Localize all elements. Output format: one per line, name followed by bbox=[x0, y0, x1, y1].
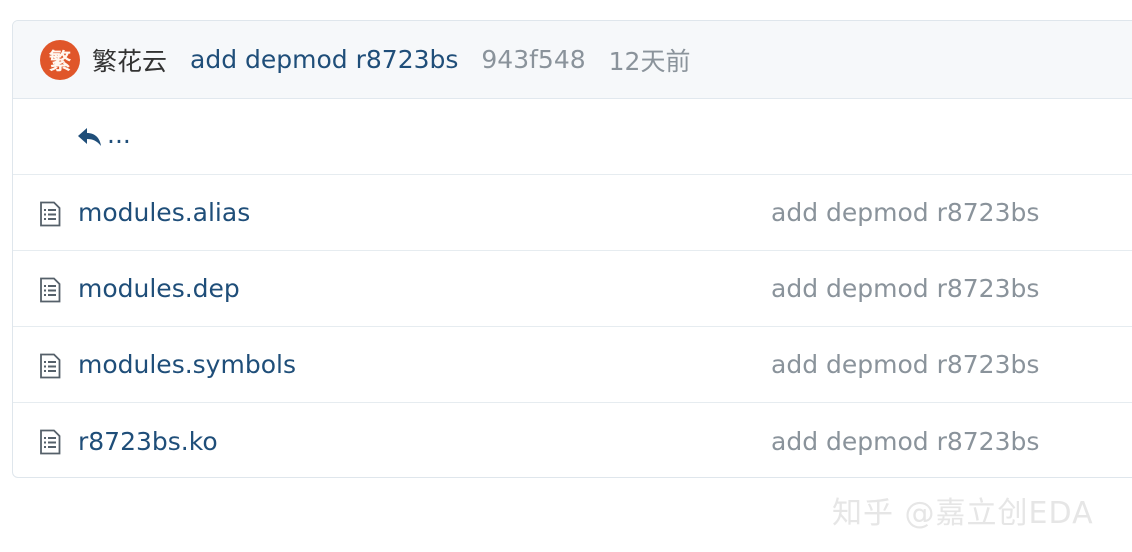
file-name-link[interactable]: modules.symbols bbox=[78, 350, 296, 379]
file-last-commit-link[interactable]: add depmod r8723bs bbox=[771, 350, 1039, 379]
parent-directory-link[interactable]: ... bbox=[107, 122, 131, 147]
file-row[interactable]: modules.dep add depmod r8723bs bbox=[13, 251, 1132, 327]
reply-arrow-icon bbox=[78, 127, 101, 146]
avatar[interactable]: 繁 bbox=[40, 39, 80, 80]
watermark: 知乎 @嘉立创EDA bbox=[832, 496, 1094, 531]
file-text-icon bbox=[40, 353, 61, 379]
file-last-commit-link[interactable]: add depmod r8723bs bbox=[771, 274, 1039, 303]
commit-sha[interactable]: 943f548 bbox=[481, 45, 585, 74]
file-row[interactable]: modules.alias add depmod r8723bs bbox=[13, 175, 1132, 251]
file-name-link[interactable]: modules.dep bbox=[78, 274, 240, 303]
file-browser-panel: 繁 繁花云 add depmod r8723bs 943f548 12天前 ..… bbox=[12, 20, 1132, 478]
file-name-link[interactable]: modules.alias bbox=[78, 198, 250, 227]
commit-author[interactable]: 繁花云 bbox=[92, 42, 167, 78]
file-text-icon bbox=[40, 429, 61, 455]
file-row[interactable]: r8723bs.ko add depmod r8723bs bbox=[13, 403, 1132, 477]
latest-commit-header: 繁 繁花云 add depmod r8723bs 943f548 12天前 bbox=[13, 21, 1132, 99]
file-text-icon bbox=[40, 201, 61, 227]
file-text-icon bbox=[40, 277, 61, 303]
file-last-commit-link[interactable]: add depmod r8723bs bbox=[771, 427, 1039, 456]
commit-message-link[interactable]: add depmod r8723bs bbox=[190, 45, 458, 74]
file-name-link[interactable]: r8723bs.ko bbox=[78, 427, 218, 456]
file-last-commit-link[interactable]: add depmod r8723bs bbox=[771, 198, 1039, 227]
parent-directory-row[interactable]: ... bbox=[13, 99, 1132, 175]
commit-time: 12天前 bbox=[608, 46, 691, 76]
file-row[interactable]: modules.symbols add depmod r8723bs bbox=[13, 327, 1132, 403]
